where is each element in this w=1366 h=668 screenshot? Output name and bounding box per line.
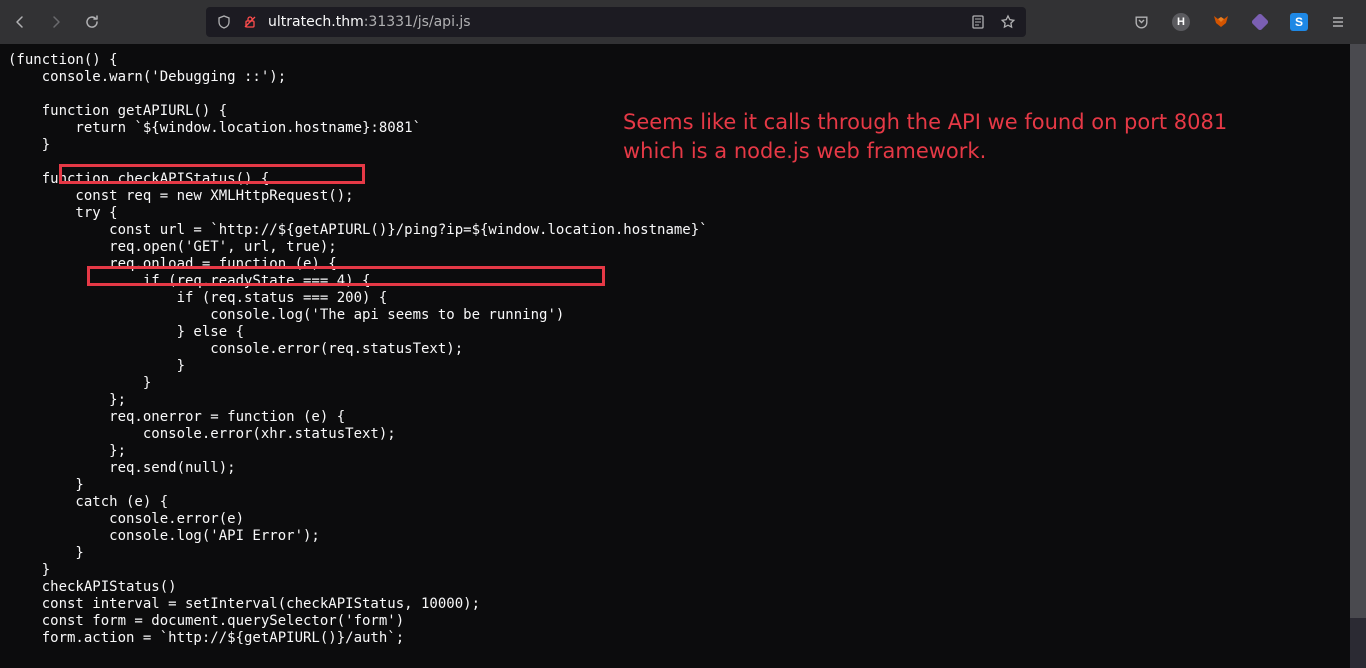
extension-h-icon[interactable]: H (1172, 13, 1190, 31)
extension-s-icon[interactable]: S (1290, 13, 1308, 31)
page-content: (function() { console.warn('Debugging ::… (0, 44, 1366, 668)
reload-button[interactable] (84, 14, 100, 30)
forward-button[interactable] (48, 14, 64, 30)
scrollbar-thumb[interactable] (1350, 44, 1366, 618)
back-button[interactable] (12, 14, 28, 30)
scrollbar[interactable] (1350, 44, 1366, 668)
browser-toolbar: ultratech.thm:31331/js/api.js H S (0, 0, 1366, 44)
nav-buttons (12, 14, 100, 30)
toolbar-right: H S (1133, 13, 1354, 31)
shield-icon[interactable] (216, 14, 232, 30)
url-port: :31331 (364, 14, 413, 30)
url-path: /js/api.js (413, 14, 471, 30)
extension-purple-icon[interactable] (1252, 14, 1268, 30)
reader-mode-icon[interactable] (970, 14, 986, 30)
lock-icon[interactable] (242, 14, 258, 30)
url-domain: ultratech.thm (268, 14, 364, 30)
annotation-text: Seems like it calls through the API we f… (623, 108, 1283, 167)
url-bar[interactable]: ultratech.thm:31331/js/api.js (206, 7, 1026, 37)
url-text: ultratech.thm:31331/js/api.js (268, 14, 471, 30)
extension-foxyproxy-icon[interactable] (1212, 13, 1230, 31)
menu-icon[interactable] (1330, 14, 1346, 30)
pocket-icon[interactable] (1133, 14, 1150, 31)
bookmark-star-icon[interactable] (1000, 14, 1016, 30)
url-actions (970, 14, 1016, 30)
